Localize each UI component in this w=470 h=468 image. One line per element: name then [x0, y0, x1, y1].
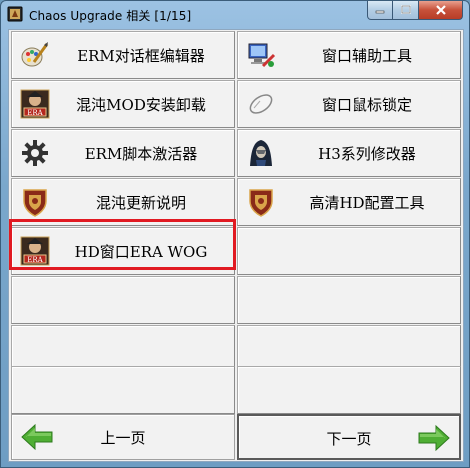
main-window: Chaos Upgrade 相关 [1/15] ERM对话框编辑器 窗口辅助工具… [0, 0, 470, 468]
maximize-icon [400, 5, 411, 14]
empty-slot[interactable] [237, 227, 461, 275]
shield-emblem-icon [23, 189, 47, 217]
tool-label: H3系列修改器 [318, 144, 416, 163]
tool-label: 混沌更新说明 [95, 193, 186, 212]
maximize-button[interactable] [393, 1, 419, 20]
tool-button-erm-script-activator[interactable]: ERM脚本激活器 [11, 129, 235, 177]
tool-label: 窗口辅助工具 [321, 46, 412, 65]
era-portrait-icon: ERA [20, 89, 50, 119]
tool-label: 窗口鼠标锁定 [321, 95, 412, 114]
empty-slot[interactable] [237, 276, 461, 324]
close-icon [435, 5, 446, 15]
tool-button-hd-config[interactable]: 高清HD配置工具 [237, 178, 461, 226]
tool-button-chaos-update-notes[interactable]: 混沌更新说明 [11, 178, 235, 226]
empty-slot[interactable] [237, 366, 461, 414]
computer-tools-icon [248, 43, 276, 68]
hooded-figure-icon [250, 140, 272, 166]
gear-icon [22, 140, 48, 166]
close-button[interactable] [419, 1, 463, 20]
svg-text:ERA: ERA [27, 256, 43, 264]
next-page-label: 下一页 [326, 429, 372, 448]
prev-page-label: 上一页 [100, 428, 146, 447]
tool-button-hd-window-era-wog[interactable]: ERA HD窗口ERA WOG [11, 227, 235, 275]
tool-label: ERM对话框编辑器 [77, 46, 205, 65]
next-page-button[interactable]: 下一页 [237, 414, 461, 460]
minimize-icon [375, 10, 385, 14]
tool-button-window-assist[interactable]: 窗口辅助工具 [237, 31, 461, 79]
tool-label: 混沌MOD安装卸载 [76, 95, 206, 114]
shield-emblem-icon [249, 189, 273, 217]
tool-label: HD窗口ERA WOG [74, 242, 208, 261]
window-title: Chaos Upgrade 相关 [1/15] [29, 9, 192, 23]
prev-page-button[interactable]: 上一页 [11, 414, 235, 460]
tool-button-h3-modifier[interactable]: H3系列修改器 [237, 129, 461, 177]
empty-slot[interactable] [11, 276, 235, 324]
title-bar[interactable]: Chaos Upgrade 相关 [1/15] [1, 1, 469, 29]
tool-button-mouse-lock[interactable]: 窗口鼠标锁定 [237, 80, 461, 128]
tool-button-erm-dialog-editor[interactable]: ERM对话框编辑器 [11, 31, 235, 79]
era-portrait-icon: ERA [20, 236, 50, 266]
app-icon [7, 6, 23, 22]
empty-slot[interactable] [11, 366, 235, 414]
tool-button-chaos-mod-install[interactable]: ERA 混沌MOD安装卸载 [11, 80, 235, 128]
tool-label: ERM脚本激活器 [84, 144, 198, 163]
svg-text:ERA: ERA [27, 109, 43, 117]
mouse-icon [249, 94, 273, 114]
paint-brush-icon [21, 42, 49, 67]
content-area: ERM对话框编辑器 窗口辅助工具 ERA 混沌MOD安装卸载 窗口鼠标锁定 ER… [8, 29, 464, 462]
minimize-button[interactable] [367, 1, 393, 20]
window-controls [367, 1, 463, 21]
tool-label: 高清HD配置工具 [309, 193, 425, 212]
